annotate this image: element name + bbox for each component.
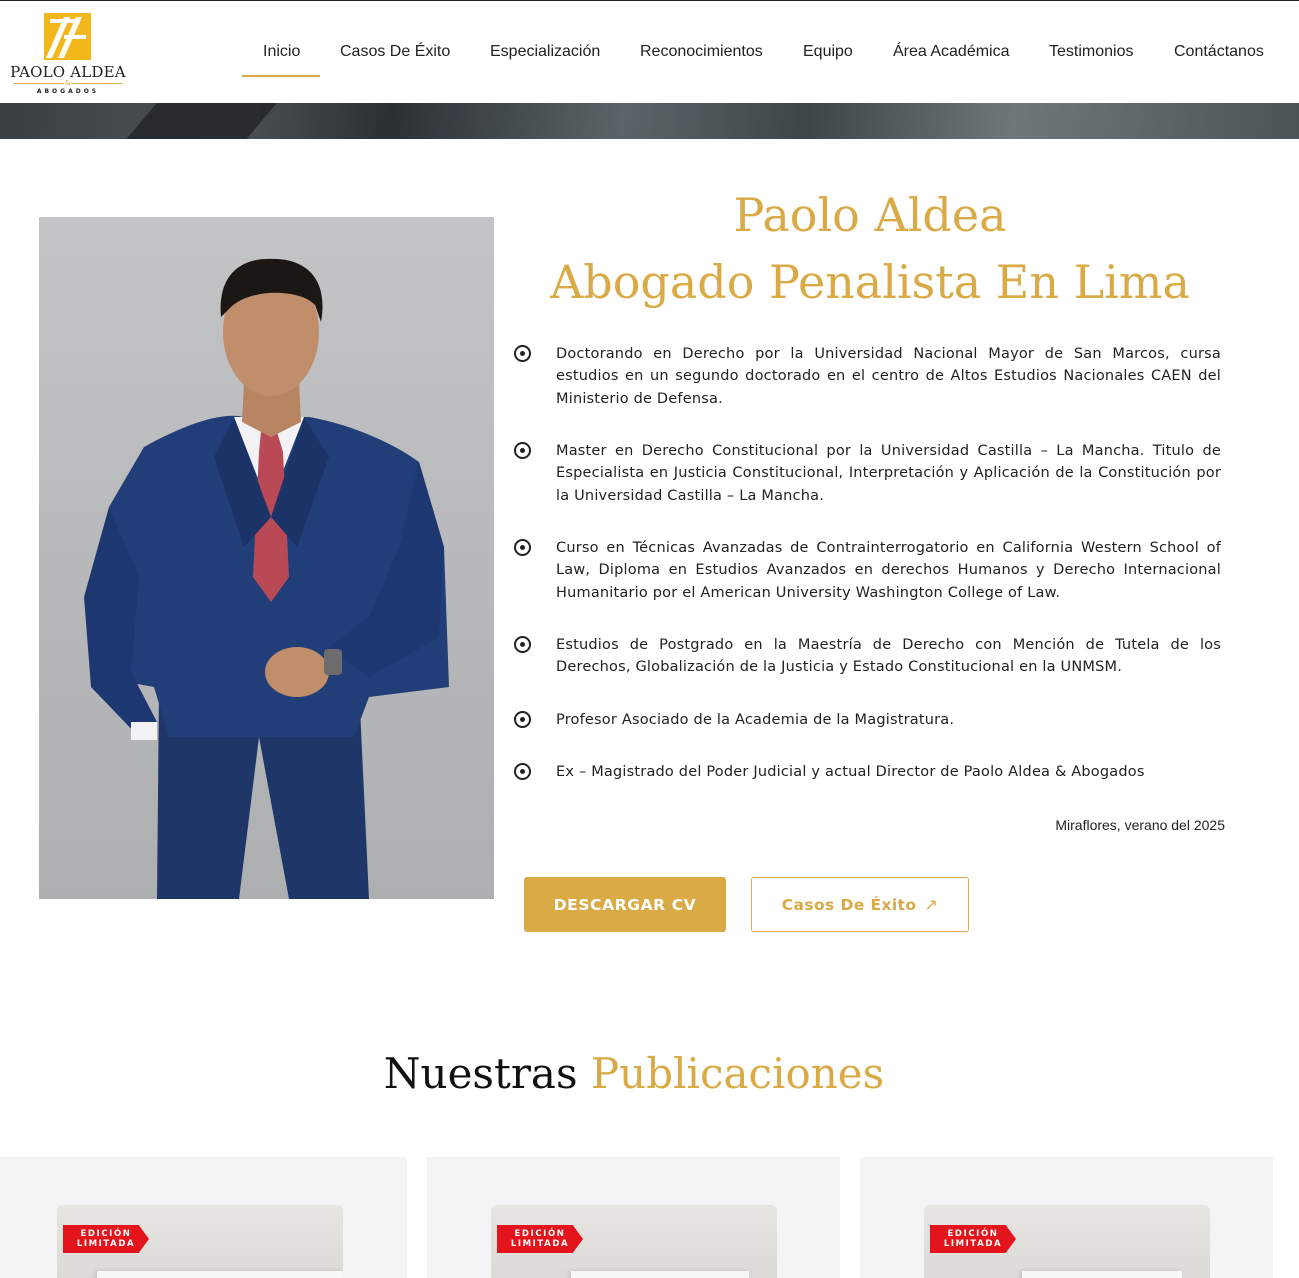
- book-spine: [97, 1271, 343, 1278]
- dot-circle-icon: [514, 539, 531, 556]
- dot-circle-icon: [514, 711, 531, 728]
- book-cover-image: EDICIÓN LIMITADA: [924, 1205, 1210, 1278]
- signature-text: Miraflores, verano del 2025: [1055, 817, 1225, 833]
- nav-item-equipo[interactable]: Equipo: [803, 43, 853, 61]
- main-nav: Inicio Casos De Éxito Especialización Re…: [0, 43, 1299, 63]
- publication-card[interactable]: EDICIÓN LIMITADA: [860, 1157, 1273, 1278]
- nav-active-indicator: [242, 75, 320, 77]
- book-cover-image: EDICIÓN LIMITADA: [491, 1205, 777, 1278]
- dot-circle-icon: [514, 442, 531, 459]
- badge-line-1: EDICIÓN: [514, 1229, 566, 1239]
- nav-item-testimonios[interactable]: Testimonios: [1049, 43, 1133, 61]
- casos-de-exito-label: Casos De Éxito: [781, 895, 917, 914]
- badge-line-2: LIMITADA: [76, 1239, 136, 1249]
- credential-text: Estudios de Postgrado en la Maestría de …: [556, 637, 1221, 676]
- credential-text: Curso en Técnicas Avanzadas de Contraint…: [556, 540, 1221, 601]
- hero-background-image: [0, 103, 1299, 139]
- download-cv-button[interactable]: DESCARGAR CV: [524, 877, 726, 932]
- casos-de-exito-button[interactable]: Casos De Éxito ↗: [751, 877, 969, 932]
- dot-circle-icon: [514, 763, 531, 780]
- book-spine: [1022, 1271, 1182, 1278]
- nav-item-area-academica[interactable]: Área Académica: [893, 43, 1010, 61]
- nav-item-especializacion[interactable]: Especialización: [490, 43, 600, 61]
- credential-text: Ex – Magistrado del Poder Judicial y act…: [556, 764, 1145, 780]
- book-spine: [571, 1271, 749, 1278]
- arrow-up-right-icon: ↗: [924, 895, 939, 914]
- badge-line-2: LIMITADA: [510, 1239, 570, 1249]
- credential-text: Profesor Asociado de la Academia de la M…: [556, 712, 955, 728]
- nav-item-reconocimientos[interactable]: Reconocimientos: [640, 43, 763, 61]
- hero-title-name: Paolo Aldea: [733, 188, 1007, 242]
- lawyer-portrait: [39, 217, 494, 899]
- book-cover-image: EDICIÓN LIMITADA: [57, 1205, 343, 1278]
- limited-edition-badge: EDICIÓN LIMITADA: [930, 1225, 1016, 1253]
- limited-edition-badge: EDICIÓN LIMITADA: [497, 1225, 583, 1253]
- nav-item-contactanos[interactable]: Contáctanos: [1174, 43, 1264, 61]
- publicaciones-heading-gold: Publicaciones: [590, 1049, 885, 1098]
- brand-subtitle: ABOGADOS: [36, 88, 100, 95]
- publicaciones-heading: Nuestras Publicaciones: [0, 1044, 1268, 1104]
- nav-item-inicio[interactable]: Inicio: [263, 43, 300, 61]
- publicaciones-heading-dark: Nuestras: [383, 1049, 578, 1098]
- publication-card[interactable]: EDICIÓN LIMITADA: [427, 1157, 840, 1278]
- badge-line-1: EDICIÓN: [947, 1229, 999, 1239]
- badge-line-1: EDICIÓN: [80, 1229, 132, 1239]
- hero-shadow-shape: [106, 103, 294, 139]
- hero-title-role: Abogado Penalista En Lima: [550, 255, 1190, 309]
- limited-edition-badge: EDICIÓN LIMITADA: [63, 1225, 149, 1253]
- credential-text: Doctorando en Derecho por la Universidad…: [556, 346, 1221, 407]
- dot-circle-icon: [514, 636, 531, 653]
- logo-ampersand: &: [64, 79, 72, 87]
- nav-item-casos-de-exito[interactable]: Casos De Éxito: [340, 43, 450, 61]
- hero-title: Paolo Aldea Abogado Penalista En Lima: [510, 182, 1230, 316]
- publication-card[interactable]: EDICIÓN LIMITADA: [0, 1157, 407, 1278]
- portrait-illustration: [84, 258, 449, 899]
- badge-line-2: LIMITADA: [943, 1239, 1003, 1249]
- dot-circle-icon: [514, 345, 531, 362]
- site-header: PAOLO ALDEA & ABOGADOS Inicio Casos De É…: [0, 0, 1299, 103]
- credential-text: Master en Derecho Constitucional por la …: [556, 443, 1221, 504]
